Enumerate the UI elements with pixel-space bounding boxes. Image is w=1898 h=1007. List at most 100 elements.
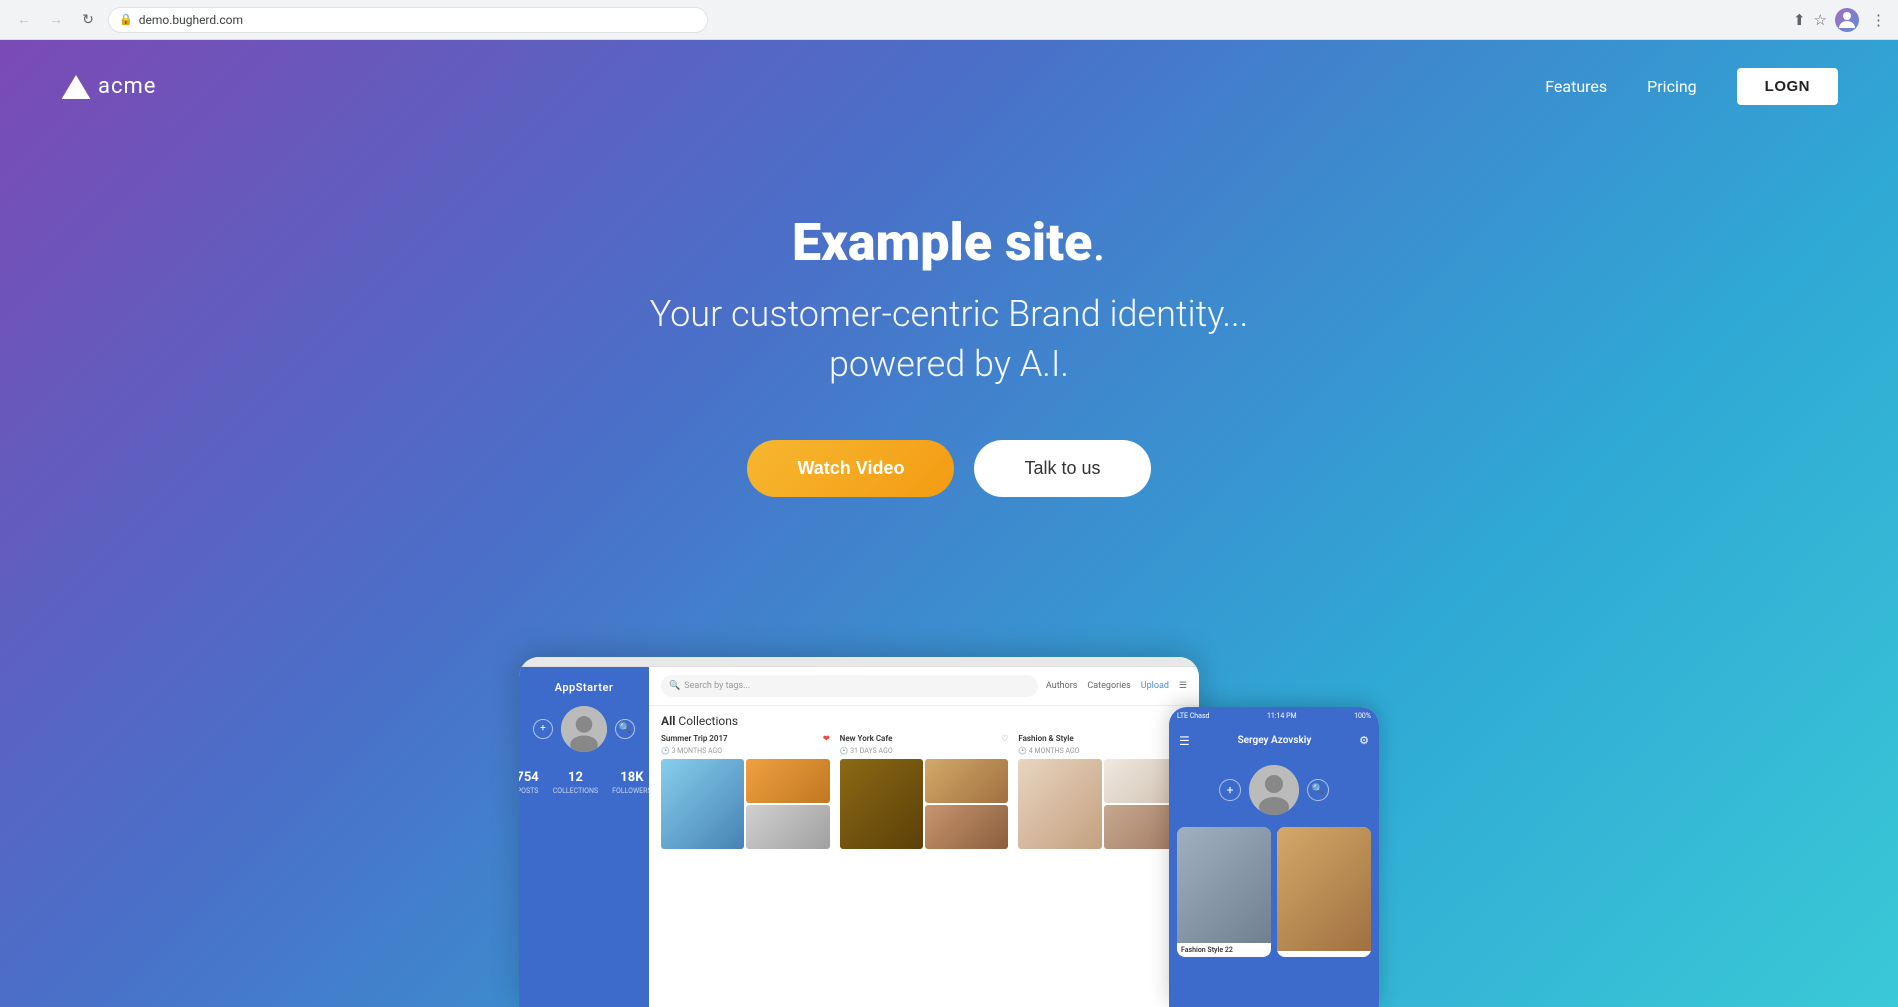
app-sidebar: AppStarter + 🔍 — [519, 667, 649, 1007]
stat-collections-number: 12 — [553, 770, 598, 785]
collection-img-1c — [746, 805, 829, 849]
stat-followers-number: 18K — [612, 770, 651, 785]
phone-battery: 100% — [1354, 712, 1371, 720]
tablet-top-bar — [519, 657, 1199, 667]
stat-collections: 12 COLLECTIONS — [553, 770, 598, 795]
sidebar-search-icon[interactable]: 🔍 — [615, 719, 635, 739]
phone-hamburger-icon[interactable]: ☰ — [1179, 734, 1190, 748]
watch-video-button[interactable]: Watch Video — [747, 440, 954, 497]
hero-title-dot: . — [1092, 212, 1106, 273]
collection-img-3a — [1018, 759, 1101, 849]
toolbar-links: Authors Categories Upload ☰ — [1046, 681, 1187, 691]
features-link[interactable]: Features — [1545, 77, 1607, 96]
pricing-link[interactable]: Pricing — [1647, 77, 1697, 96]
collections-grid: Summer Trip 2017 ❤ 🕑 3 MONTHS AGO — [649, 734, 1199, 1007]
sidebar-avatar-row: + 🔍 — [533, 706, 635, 752]
sidebar-avatar — [561, 706, 607, 752]
browser-right-icons: ⬆ ☆ ⋮ — [1793, 8, 1886, 32]
collection-img-2b — [925, 759, 1008, 803]
mockup-area: AppStarter + 🔍 — [0, 627, 1898, 1007]
phone-carrier: LTE Chasd — [1177, 712, 1210, 720]
hero-content: Example site. Your customer-centric Bran… — [0, 133, 1898, 627]
browser-chrome: ← → ↻ 🔒 demo.bugherd.com ⬆ ☆ ⋮ — [0, 0, 1898, 40]
collection-meta-1: 🕑 3 MONTHS AGO — [661, 747, 830, 755]
lock-icon: 🔒 — [119, 13, 133, 26]
collection-ny-cafe: New York Cafe ♡ 🕑 31 DAYS AGO — [840, 734, 1009, 1007]
phone-card-label-2 — [1277, 951, 1371, 957]
tablet-content: AppStarter + 🔍 — [519, 667, 1199, 1007]
url-text: demo.bugherd.com — [139, 13, 243, 27]
phone-add-button[interactable]: + — [1219, 779, 1241, 801]
hero-title-bold: Example site — [792, 212, 1092, 273]
collection-img-1b — [746, 759, 829, 803]
stat-posts: 754 POSTS — [519, 770, 539, 795]
collection-title-3: Fashion & Style — [1018, 734, 1073, 743]
hero-subtitle-line1: Your customer-centric Brand identity... — [650, 293, 1249, 335]
sidebar-stats: 754 POSTS 12 COLLECTIONS 18K FOLLOWERS — [519, 770, 652, 795]
collections-header-all: All — [661, 714, 675, 728]
hero-buttons: Watch Video Talk to us — [20, 440, 1878, 497]
collection-img-grid-2 — [840, 759, 1009, 849]
toolbar-upload-link[interactable]: Upload — [1141, 681, 1169, 691]
stat-followers-label: FOLLOWERS — [612, 787, 651, 795]
collection-img-1a — [661, 759, 744, 849]
phone-avatar-area: + 🔍 — [1219, 765, 1329, 815]
phone-card-label-1: Fashion Style 22 — [1177, 943, 1271, 957]
share-icon[interactable]: ⬆ — [1793, 11, 1806, 29]
logo-text: acme — [98, 74, 156, 99]
phone-card-2 — [1277, 827, 1371, 957]
collection-summer-trip: Summer Trip 2017 ❤ 🕑 3 MONTHS AGO — [661, 734, 830, 1007]
address-bar[interactable]: 🔒 demo.bugherd.com — [108, 7, 708, 33]
stat-posts-number: 754 — [519, 770, 539, 785]
search-placeholder: Search by tags... — [684, 681, 750, 691]
search-bar[interactable]: 🔍 Search by tags... — [661, 675, 1038, 697]
collection-meta-2: 🕑 31 DAYS AGO — [840, 747, 1009, 755]
phone-gear-icon[interactable]: ⚙ — [1359, 734, 1369, 747]
phone-status-bar: LTE Chasd 11:14 PM 100% — [1169, 707, 1379, 725]
collections-header: All Collections — [649, 706, 1199, 734]
sidebar-app-title: AppStarter — [555, 681, 614, 694]
sidebar-plus-icon[interactable]: + — [533, 719, 553, 739]
app-main-content: 🔍 Search by tags... Authors Categories U… — [649, 667, 1199, 1007]
toolbar-authors-link[interactable]: Authors — [1046, 681, 1078, 691]
collection-heart-1[interactable]: ❤ — [823, 734, 830, 743]
menu-dots-icon[interactable]: ⋮ — [1871, 11, 1886, 29]
logo[interactable]: acme — [60, 73, 156, 101]
hero-section: acme Features Pricing LOGN Example site.… — [0, 40, 1898, 1007]
phone-avatar — [1249, 765, 1299, 815]
collection-img-grid-3 — [1018, 759, 1187, 849]
reload-button[interactable]: ↻ — [76, 8, 100, 32]
phone-body: + 🔍 Fashion Style 22 — [1169, 757, 1379, 1007]
tablet-mockup: AppStarter + 🔍 — [519, 657, 1199, 1007]
back-button[interactable]: ← — [12, 8, 36, 32]
hero-subtitle: Your customer-centric Brand identity... … — [20, 289, 1878, 390]
login-button[interactable]: LOGN — [1737, 68, 1838, 105]
collection-title-2: New York Cafe — [840, 734, 893, 743]
collection-title-row-3: Fashion & Style ♡ — [1018, 734, 1187, 743]
navbar: acme Features Pricing LOGN — [0, 40, 1898, 133]
forward-button[interactable]: → — [44, 8, 68, 32]
phone-card-img-2 — [1277, 827, 1371, 951]
toolbar-menu-icon[interactable]: ☰ — [1179, 681, 1187, 691]
phone-time: 11:14 PM — [1267, 712, 1297, 720]
collection-img-2a — [840, 759, 923, 849]
phone-card-1: Fashion Style 22 — [1177, 827, 1271, 957]
collection-heart-2[interactable]: ♡ — [1001, 734, 1008, 743]
hero-subtitle-line2: powered by A.I. — [829, 343, 1069, 385]
nav-links: Features Pricing LOGN — [1545, 68, 1838, 105]
phone-card-img-1 — [1177, 827, 1271, 943]
bookmark-icon[interactable]: ☆ — [1814, 11, 1827, 29]
phone-nav-bar: ☰ Sergey Azovskiy ⚙ — [1169, 725, 1379, 757]
stat-posts-label: POSTS — [519, 787, 539, 795]
collection-img-grid-1 — [661, 759, 830, 849]
profile-avatar[interactable] — [1835, 8, 1859, 32]
toolbar-categories-link[interactable]: Categories — [1087, 681, 1130, 691]
app-toolbar: 🔍 Search by tags... Authors Categories U… — [649, 667, 1199, 706]
collection-fashion: Fashion & Style ♡ 🕑 4 MONTHS AGO — [1018, 734, 1187, 1007]
collection-title-1: Summer Trip 2017 — [661, 734, 728, 743]
phone-search-button[interactable]: 🔍 — [1307, 779, 1329, 801]
talk-to-us-button[interactable]: Talk to us — [974, 440, 1150, 497]
phone-mockup: LTE Chasd 11:14 PM 100% ☰ Sergey Azovski… — [1169, 707, 1379, 1007]
search-icon: 🔍 — [669, 681, 680, 691]
collection-title-row-2: New York Cafe ♡ — [840, 734, 1009, 743]
